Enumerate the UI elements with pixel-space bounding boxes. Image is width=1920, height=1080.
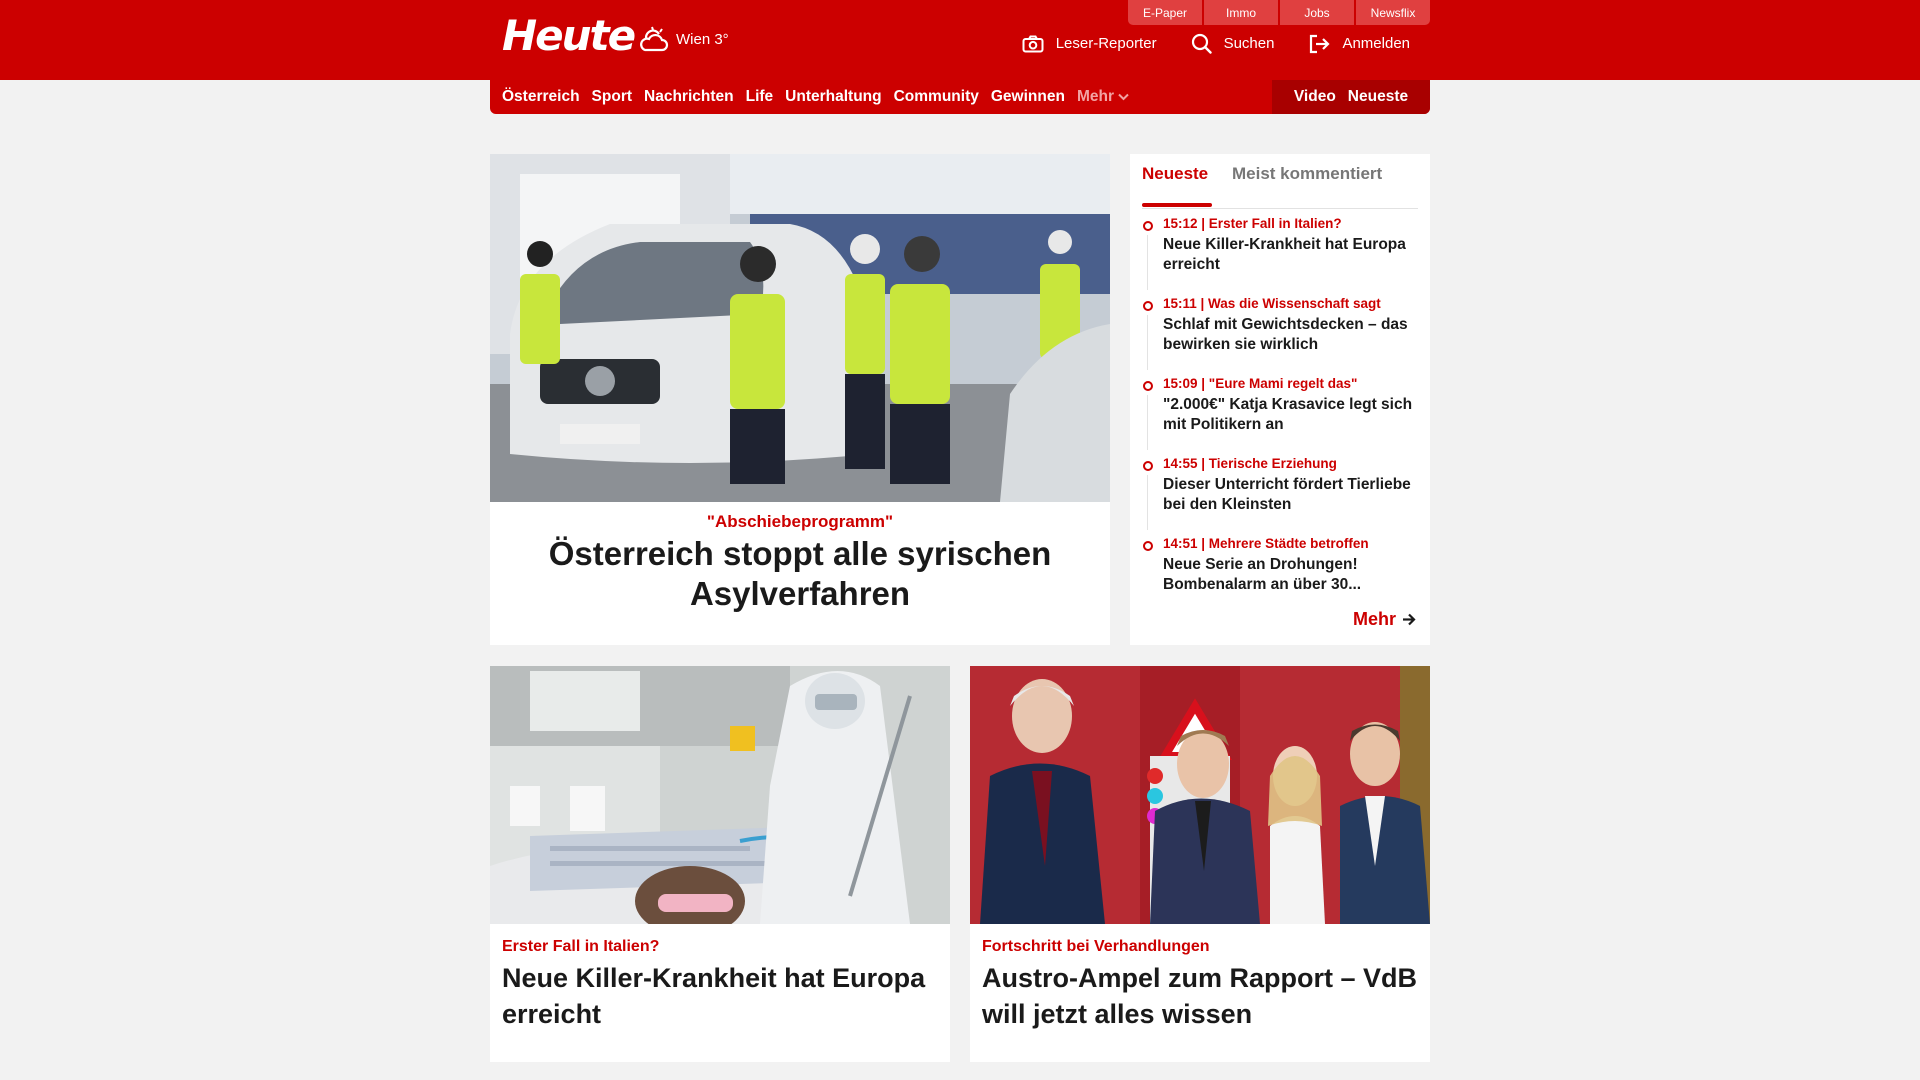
timeline-dot [1143, 221, 1153, 231]
nav-item-life[interactable]: Life [746, 88, 774, 106]
news-item-meta: 14:55 | Tierische Erziehung [1163, 456, 1337, 471]
login-label: Anmelden [1342, 35, 1410, 52]
hero-image[interactable] [490, 154, 1110, 502]
hero-kicker: "Abschiebeprogramm" [706, 512, 894, 531]
search-icon [1191, 33, 1212, 54]
news-item-meta: 15:11 | Was die Wissenschaft sagt [1163, 296, 1381, 311]
nav-item-community[interactable]: Community [894, 88, 979, 106]
news-item-meta: 15:12 | Erster Fall in Italien? [1163, 216, 1342, 231]
leser-reporter-button[interactable]: Leser-Reporter [1022, 35, 1157, 53]
nav-more-dropdown[interactable]: Mehr [1077, 88, 1129, 106]
nav-item-unterhaltung[interactable]: Unterhaltung [785, 88, 881, 106]
politicians-group-photo [970, 666, 1430, 924]
camera-icon [1022, 35, 1044, 52]
article-card-left[interactable]: Erster Fall in Italien? Neue Killer-Kran… [490, 666, 950, 1062]
card-kicker: Erster Fall in Italien? [502, 938, 660, 955]
nav-item-gewinnen[interactable]: Gewinnen [991, 88, 1065, 106]
timeline-line [1147, 395, 1148, 450]
nav-item-sport[interactable]: Sport [592, 88, 632, 106]
service-link-newsflix[interactable]: Newsflix [1356, 0, 1430, 25]
service-link-jobs[interactable]: Jobs [1280, 0, 1354, 25]
latest-news-sidebar: Neueste Meist kommentiert 15:12 | Erster… [1130, 154, 1430, 645]
hospital-patient-photo [490, 666, 950, 924]
card-title[interactable]: Austro-Ampel zum Rapport – VdB will jetz… [982, 960, 1418, 1032]
news-list-item[interactable]: 15:11 | Was die Wissenschaft sagt Schlaf… [1142, 295, 1418, 374]
arrow-right-icon [1403, 613, 1416, 626]
news-list-item[interactable]: 14:55 | Tierische Erziehung Dieser Unter… [1142, 455, 1418, 534]
main-navigation: Österreich Sport Nachrichten Life Unterh… [490, 80, 1430, 114]
news-item-headline[interactable]: Neue Serie an Drohungen! Bombenalarm an … [1163, 555, 1418, 595]
nav-items: Österreich Sport Nachrichten Life Unterh… [502, 80, 1129, 114]
nav-item-oesterreich[interactable]: Österreich [502, 88, 580, 106]
search-button[interactable]: Suchen [1191, 33, 1275, 54]
timeline-dot [1143, 381, 1153, 391]
timeline-line [1147, 315, 1148, 370]
tab-neueste[interactable]: Neueste [1142, 164, 1208, 184]
weather-widget[interactable]: Wien 3° [638, 26, 729, 52]
card-image[interactable] [490, 666, 950, 924]
site-header: Heute Wien 3° E-Paper Immo Jobs Newsflix [0, 0, 1920, 80]
card-kicker: Fortschritt bei Verhandlungen [982, 938, 1210, 955]
news-item-headline[interactable]: Neue Killer-Krankheit hat Europa erreich… [1163, 235, 1418, 275]
header-actions: Leser-Reporter Suchen Anmelden [1022, 33, 1410, 54]
site-logo[interactable]: Heute [502, 12, 636, 60]
sidebar-more-link[interactable]: Mehr [1353, 609, 1416, 630]
weather-label: Wien 3° [676, 30, 729, 48]
timeline-line [1147, 235, 1148, 290]
timeline-line [1147, 475, 1148, 530]
search-label: Suchen [1223, 35, 1275, 52]
news-list: 15:12 | Erster Fall in Italien? Neue Kil… [1142, 214, 1418, 614]
login-button[interactable]: Anmelden [1308, 34, 1410, 54]
timeline-dot [1143, 301, 1153, 311]
nav-item-neueste[interactable]: Neueste [1348, 88, 1408, 106]
service-link-epaper[interactable]: E-Paper [1128, 0, 1202, 25]
card-image[interactable] [970, 666, 1430, 924]
service-links: E-Paper Immo Jobs Newsflix [1128, 0, 1430, 25]
nav-more-label: Mehr [1076, 88, 1114, 105]
leser-reporter-label: Leser-Reporter [1055, 35, 1157, 52]
news-list-item[interactable]: 15:12 | Erster Fall in Italien? Neue Kil… [1142, 215, 1418, 294]
news-list-item[interactable]: 15:09 | "Eure Mami regelt das" "2.000€" … [1142, 375, 1418, 454]
sidebar-tabs: Neueste Meist kommentiert [1142, 164, 1418, 209]
timeline-dot [1143, 461, 1153, 471]
active-tab-indicator [1142, 203, 1212, 207]
tab-meist-kommentiert[interactable]: Meist kommentiert [1232, 164, 1382, 184]
article-card-right[interactable]: Fortschritt bei Verhandlungen Austro-Amp… [970, 666, 1430, 1062]
hero-article[interactable]: "Abschiebeprogramm" Österreich stoppt al… [490, 154, 1110, 645]
timeline-dot [1143, 541, 1153, 551]
service-link-immo[interactable]: Immo [1204, 0, 1278, 25]
news-item-meta: 15:09 | "Eure Mami regelt das" [1163, 376, 1358, 391]
chevron-down-icon [1118, 93, 1129, 101]
news-item-headline[interactable]: Dieser Unterricht fördert Tierliebe bei … [1163, 475, 1418, 515]
card-title[interactable]: Neue Killer-Krankheit hat Europa erreich… [502, 960, 938, 1032]
nav-item-nachrichten[interactable]: Nachrichten [644, 88, 734, 106]
nav-right-group: Video Neueste [1272, 80, 1430, 114]
login-icon [1310, 34, 1331, 53]
hero-title[interactable]: Österreich stoppt alle syrischen Asylver… [510, 534, 1090, 614]
news-item-headline[interactable]: Schlaf mit Gewichtsdecken – das bewirken… [1163, 315, 1418, 355]
sidebar-more-label: Mehr [1352, 609, 1396, 629]
cloud-sun-icon [640, 26, 669, 52]
news-item-meta: 14:51 | Mehrere Städte betroffen [1163, 536, 1369, 551]
header-inner: Heute Wien 3° E-Paper Immo Jobs Newsflix [490, 0, 1430, 80]
news-item-headline[interactable]: "2.000€" Katja Krasavice legt sich mit P… [1163, 395, 1418, 435]
news-list-item[interactable]: 14:51 | Mehrere Städte betroffen Neue Se… [1142, 535, 1418, 614]
nav-item-video[interactable]: Video [1294, 88, 1336, 106]
police-checkpoint-photo [490, 154, 1110, 502]
